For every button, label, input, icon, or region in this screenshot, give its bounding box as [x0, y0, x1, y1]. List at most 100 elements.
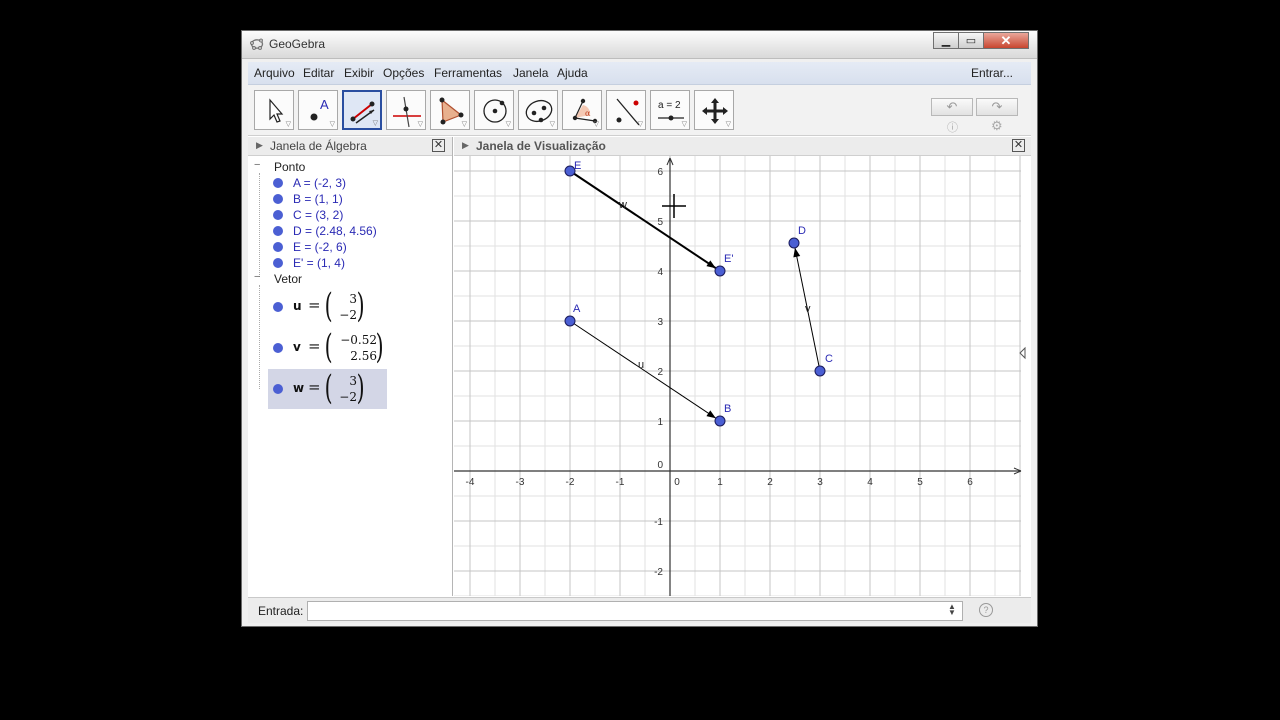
- collapse-icon[interactable]: −: [254, 271, 260, 283]
- dropdown-triangle-icon: ▽: [505, 121, 511, 128]
- input-help-icon[interactable]: ?: [979, 603, 993, 617]
- menu-exibir[interactable]: Exibir: [344, 66, 374, 80]
- input-history-icon[interactable]: ▲ ▼: [948, 603, 956, 617]
- vector-item-w[interactable]: w = ( 3 −2 ): [268, 369, 387, 409]
- visibility-dot-icon[interactable]: [273, 258, 283, 268]
- dropdown-triangle-icon: ▽: [637, 121, 643, 128]
- x-tick-label: 6: [967, 477, 973, 488]
- close-box-icon: ✕: [433, 139, 444, 151]
- collapse-arrow-icon[interactable]: ▶: [462, 140, 469, 151]
- menu-editar[interactable]: Editar: [303, 66, 334, 80]
- reflect-tool-button[interactable]: ▽: [606, 90, 646, 130]
- input-field[interactable]: [307, 601, 963, 621]
- point-tool-button[interactable]: A ▽: [298, 90, 338, 130]
- point-E': [714, 265, 726, 277]
- vector-y: −2: [339, 390, 357, 404]
- gear-icon[interactable]: ⚙: [991, 118, 1003, 134]
- point-C: [814, 365, 826, 377]
- expand-panel-icon: [1019, 346, 1026, 360]
- toolbar: ▽ A ▽ ▽ ▽ ▽ ▽ ▽ α ▽ ▽ a = 2 ▽ ▽ ↶ ↷ ⓘ ⚙: [248, 85, 1031, 136]
- vector-name: u: [293, 299, 302, 313]
- vector-label: v: [805, 303, 811, 315]
- visibility-dot-icon[interactable]: [273, 343, 283, 353]
- x-tick-label: -1: [616, 477, 625, 488]
- object-label: E = (-2, 6): [293, 240, 347, 254]
- dropdown-triangle-icon: ▽: [725, 121, 731, 128]
- dropdown-triangle-icon: ▽: [461, 121, 467, 128]
- menu-opcoes[interactable]: Opções: [383, 66, 424, 80]
- close-graphics-view-button[interactable]: ✕: [1012, 139, 1025, 152]
- help-icon[interactable]: ⓘ: [947, 119, 958, 135]
- right-paren: ): [375, 327, 384, 367]
- conic-tool-button[interactable]: ▽: [518, 90, 558, 130]
- circle-tool-button[interactable]: ▽: [474, 90, 514, 130]
- undo-icon: ↶: [946, 99, 958, 114]
- geogebra-icon: [250, 38, 264, 50]
- object-label: A = (-2, 3): [293, 176, 347, 190]
- visibility-dot-icon[interactable]: [273, 194, 283, 204]
- move-tool-button[interactable]: ▽: [254, 90, 294, 130]
- input-label: Entrada:: [258, 604, 304, 618]
- geogebra-window: GeoGebra ▁ ▭ ✕ Arquivo Editar Exibir Opç…: [241, 30, 1038, 627]
- undo-button[interactable]: ↶: [931, 98, 973, 116]
- window-title: GeoGebra: [269, 37, 326, 51]
- visibility-dot-icon[interactable]: [273, 302, 283, 312]
- visibility-dot-icon[interactable]: [273, 242, 283, 252]
- perpendicular-tool-button[interactable]: ▽: [386, 90, 426, 130]
- minimize-button[interactable]: ▁: [933, 32, 959, 49]
- sign-in-link[interactable]: Entrar...: [971, 66, 1013, 80]
- point-B: [714, 415, 726, 427]
- menu-janela[interactable]: Janela: [513, 66, 548, 80]
- visibility-dot-icon[interactable]: [273, 210, 283, 220]
- equals-sign: =: [308, 378, 321, 396]
- collapse-arrow-icon[interactable]: ▶: [256, 140, 263, 151]
- dropdown-triangle-icon: ▽: [417, 121, 423, 128]
- point-label: C: [825, 353, 833, 365]
- right-paren: ): [356, 368, 365, 408]
- object-label: E' = (1, 4): [293, 256, 345, 270]
- visibility-dot-icon[interactable]: [273, 226, 283, 236]
- vector-x: 3: [349, 292, 357, 306]
- menu-ajuda[interactable]: Ajuda: [557, 66, 588, 80]
- visibility-dot-icon[interactable]: [273, 384, 283, 394]
- point-label: E: [574, 160, 581, 172]
- vector-item-v[interactable]: v = ( −0.52 2.56 ): [268, 328, 387, 368]
- polygon-tool-button[interactable]: ▽: [430, 90, 470, 130]
- vector-w: [569, 170, 717, 270]
- angle-tool-button[interactable]: α ▽: [562, 90, 602, 130]
- point-A: [564, 315, 576, 327]
- group-vetor: Vetor: [274, 272, 303, 286]
- redo-button[interactable]: ↷: [976, 98, 1018, 116]
- x-tick-label: 2: [767, 477, 773, 488]
- menu-arquivo[interactable]: Arquivo: [254, 66, 295, 80]
- equals-sign: =: [308, 337, 321, 355]
- x-tick-label: -2: [566, 477, 575, 488]
- dropdown-triangle-icon: ▽: [549, 121, 555, 128]
- left-paren: (: [324, 368, 333, 408]
- vector-item-u[interactable]: u = ( 3 −2 ): [268, 287, 387, 327]
- collapse-icon[interactable]: −: [254, 159, 260, 171]
- x-tick-label: 4: [867, 477, 873, 488]
- vector-label: w: [618, 199, 627, 211]
- y-tick-label: 3: [657, 317, 663, 328]
- graphics-view-header: ▶ Janela de Visualização ✕: [454, 137, 1031, 156]
- vector-label: u: [638, 359, 644, 371]
- vector-name: w: [293, 381, 305, 395]
- menu-ferramentas[interactable]: Ferramentas: [434, 66, 502, 80]
- close-algebra-view-button[interactable]: ✕: [432, 139, 445, 152]
- dropdown-triangle-icon: ▽: [681, 121, 687, 128]
- y-tick-label: -1: [654, 517, 663, 528]
- y-tick-label: -2: [654, 567, 663, 578]
- y-tick-label: 1: [657, 417, 663, 428]
- slider-tool-button[interactable]: a = 2 ▽: [650, 90, 690, 130]
- coordinate-plane[interactable]: -4 -3 -2 -1 0 1 2 3 4 5 6 6 5 4 3 2 1 0 -1 -2 u v w A B C D E E': [454, 156, 1031, 596]
- vector-tool-button[interactable]: ▽: [342, 90, 382, 130]
- maximize-button[interactable]: ▭: [958, 32, 984, 49]
- close-button[interactable]: ✕: [983, 32, 1029, 49]
- move-view-tool-button[interactable]: ▽: [694, 90, 734, 130]
- visibility-dot-icon[interactable]: [273, 178, 283, 188]
- x-tick-label: 1: [717, 477, 723, 488]
- title-bar[interactable]: GeoGebra ▁ ▭ ✕: [242, 31, 1037, 59]
- object-label: C = (3, 2): [293, 208, 344, 222]
- point-label: D: [798, 225, 806, 237]
